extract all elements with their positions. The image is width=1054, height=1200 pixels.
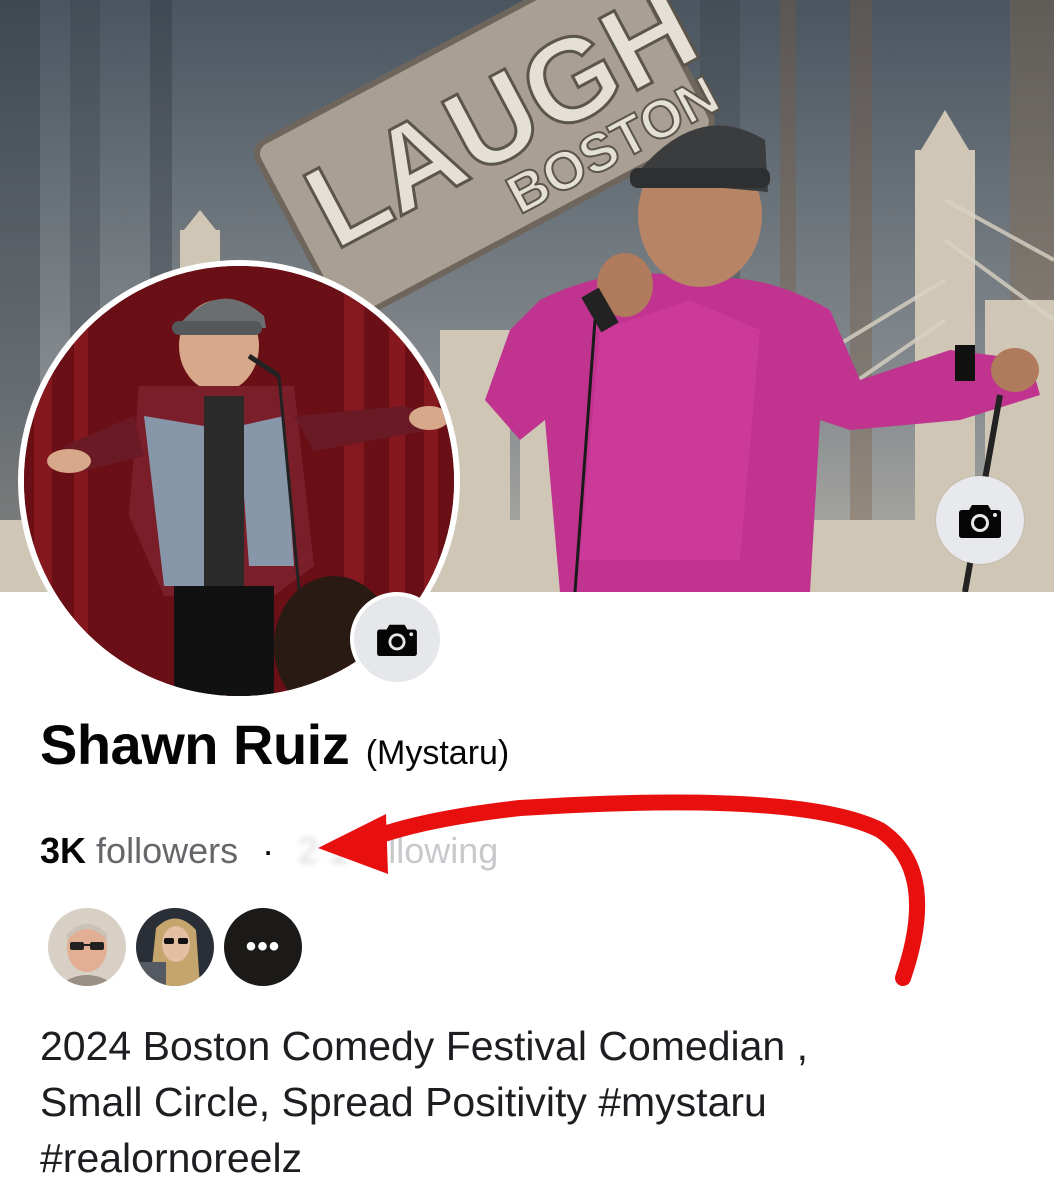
friend-avatar-image <box>136 908 214 986</box>
profile-name-row: Shawn Ruiz (Mystaru) <box>40 712 509 777</box>
more-friends-button[interactable]: ••• <box>224 908 302 986</box>
camera-icon <box>959 505 1001 538</box>
edit-avatar-camera-button[interactable] <box>350 592 444 686</box>
following-label: following <box>358 830 499 871</box>
following-link[interactable]: 2 1 following <box>298 830 498 871</box>
camera-icon <box>377 624 417 657</box>
profile-nickname: (Mystaru) <box>365 734 510 772</box>
followers-link[interactable]: 3K followers <box>40 830 248 871</box>
following-count-obscured: 2 1 <box>298 830 349 871</box>
friend-avatar[interactable] <box>48 908 126 986</box>
stats-separator: · <box>262 830 275 871</box>
follow-stats: 3K followers · 2 1 following <box>40 830 498 872</box>
edit-cover-camera-button[interactable] <box>936 476 1024 564</box>
followers-count: 3K <box>40 830 87 871</box>
mutual-friends-avatars[interactable]: ••• <box>48 908 302 986</box>
profile-bio: 2024 Boston Comedy Festival Comedian , S… <box>40 1023 809 1181</box>
friend-avatar[interactable] <box>136 908 214 986</box>
followers-label: followers <box>96 830 239 871</box>
friend-avatar-image <box>48 908 126 986</box>
profile-name: Shawn Ruiz <box>40 713 350 776</box>
